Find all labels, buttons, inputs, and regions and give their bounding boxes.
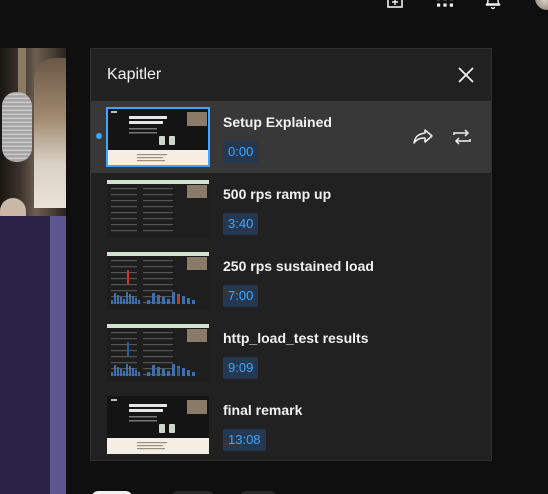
chapter-thumbnail[interactable] (107, 252, 209, 310)
chapter-timestamp[interactable]: 9:09 (223, 357, 259, 379)
bell-icon[interactable] (484, 0, 502, 10)
share-icon[interactable] (412, 127, 434, 147)
chapter-title: 250 rps sustained load (223, 258, 374, 274)
close-icon[interactable] (457, 66, 475, 84)
microphone (2, 92, 32, 162)
chapter-item[interactable]: 500 rps ramp up 3:40 (91, 173, 491, 245)
chapter-timestamp[interactable]: 0:00 (223, 141, 259, 163)
chapter-thumbnail[interactable] (107, 180, 209, 238)
chapter-timestamp[interactable]: 7:00 (223, 285, 259, 307)
loop-icon[interactable] (451, 127, 473, 147)
chapter-title: Setup Explained (223, 114, 332, 130)
create-icon[interactable] (386, 0, 404, 10)
panel-title: Kapitler (107, 66, 162, 83)
presenter (34, 58, 66, 208)
chapter-thumbnail[interactable] (106, 107, 210, 167)
chapter-title: http_load_test results (223, 330, 369, 346)
chapter-item[interactable]: Setup Explained 0:00 (91, 101, 491, 173)
slide-sidebar (50, 216, 66, 494)
mic-arm (18, 48, 26, 98)
chapter-thumbnail[interactable] (107, 396, 209, 454)
video-player[interactable] (0, 48, 66, 494)
top-bar (0, 0, 548, 22)
chapter-title: 500 rps ramp up (223, 186, 332, 202)
apps-icon[interactable] (436, 0, 454, 10)
chapter-item[interactable]: http_load_test results 9:09 (91, 317, 491, 389)
chapter-timestamp[interactable]: 3:40 (223, 213, 259, 235)
chapter-thumbnail[interactable] (107, 324, 209, 382)
slide-area (0, 216, 50, 494)
chapter-item[interactable]: final remark 13:08 (91, 389, 491, 461)
chapters-panel: Kapitler Setup Explained 0:00 500 rps ramp… (90, 48, 492, 461)
current-chapter-indicator (96, 133, 102, 139)
chapter-timestamp[interactable]: 13:08 (223, 429, 266, 451)
panel-header: Kapitler (91, 49, 491, 101)
chapter-item[interactable]: 250 rps sustained load 7:00 (91, 245, 491, 317)
chapter-title: final remark (223, 402, 303, 418)
avatar[interactable] (535, 0, 548, 10)
